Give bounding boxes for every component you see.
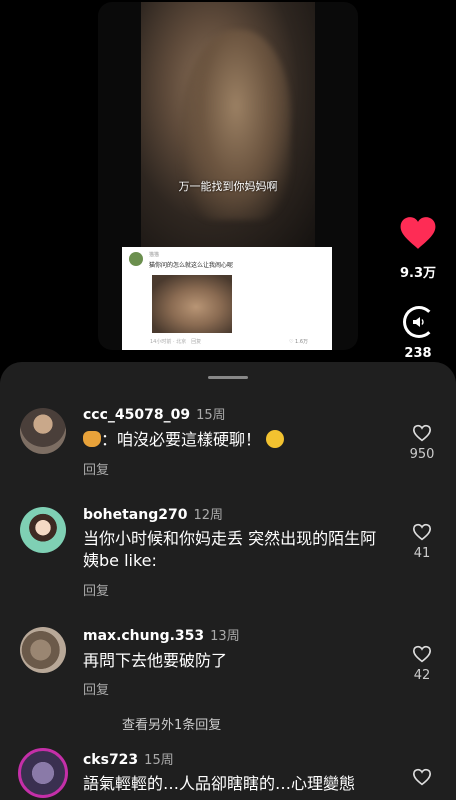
comment-username[interactable]: max.chung.353 13周 (83, 625, 240, 644)
speaker-icon (413, 317, 424, 327)
video-subtitle: 万一能找到你妈妈啊 (178, 180, 278, 193)
drag-handle[interactable] (208, 376, 248, 379)
avatar[interactable] (20, 507, 66, 553)
like-count: 9.3万 (399, 266, 437, 281)
comment-like-count: 41 (413, 546, 431, 561)
sound-button[interactable] (403, 306, 435, 338)
comment-username[interactable]: bohetang270 12周 (83, 504, 223, 523)
comment-like-button[interactable]: 41 (402, 523, 442, 561)
comment-like-button[interactable]: 42 (402, 645, 442, 683)
card-text: 猫你问的怎么就这么让我闹心呢 (149, 262, 234, 269)
card-username: 猫猫 (149, 252, 160, 258)
cat-emoji-icon (83, 431, 101, 447)
avatar[interactable] (20, 627, 66, 673)
sound-count: 238 (404, 346, 432, 361)
comment-text: 当你小时候和你妈走丢 突然出现的陌生阿姨be like: (83, 529, 377, 570)
comment-username[interactable]: cks723 15周 (83, 749, 174, 768)
comment-like-button[interactable]: 950 (402, 424, 442, 462)
comment-text: ：咱沒必要這樣硬聊！ (83, 429, 383, 451)
crying-emoji-icon (266, 430, 285, 448)
heart-outline-icon (412, 768, 432, 786)
comment-like-button[interactable] (402, 768, 442, 786)
reply-button[interactable]: 回复 (83, 459, 109, 478)
heart-outline-icon (412, 523, 432, 541)
card-avatar (129, 252, 143, 266)
card-meta: 14小时前 · 北京 回复 (150, 339, 202, 345)
video-player[interactable]: 万一能找到你妈妈啊 猫猫 猫你问的怎么就这么让我闹心呢 14小时前 · 北京 回… (98, 2, 358, 350)
view-more-replies[interactable]: 查看另外1条回复 (122, 714, 221, 733)
card-cat-image (152, 275, 232, 333)
comment-sheet: ccc_45078_09 15周 ：咱沒必要這樣硬聊！ 回复 950 boheta… (0, 362, 456, 800)
comment-like-count: 42 (413, 668, 431, 683)
embedded-comment-card: 猫猫 猫你问的怎么就这么让我闹心呢 14小时前 · 北京 回复 ♡ 1.6万 (122, 247, 332, 350)
reply-button[interactable]: 回复 (83, 580, 109, 599)
like-button[interactable] (399, 215, 437, 251)
card-likes: ♡ 1.6万 (288, 339, 308, 345)
heart-icon (400, 217, 436, 249)
video-frame-image: 万一能找到你妈妈啊 (141, 2, 315, 247)
comment-like-count: 950 (409, 447, 435, 462)
heart-outline-icon (412, 424, 432, 442)
comment-text: 再問下去他要破防了 (83, 651, 228, 670)
comment-username[interactable]: ccc_45078_09 15周 (83, 404, 226, 423)
heart-outline-icon (412, 645, 432, 663)
avatar[interactable] (20, 408, 66, 454)
comment-text: 語氣輕輕的…人品卻瞎瞎的…心理變態 (83, 774, 356, 793)
avatar[interactable] (18, 748, 68, 798)
reply-button[interactable]: 回复 (83, 679, 109, 698)
